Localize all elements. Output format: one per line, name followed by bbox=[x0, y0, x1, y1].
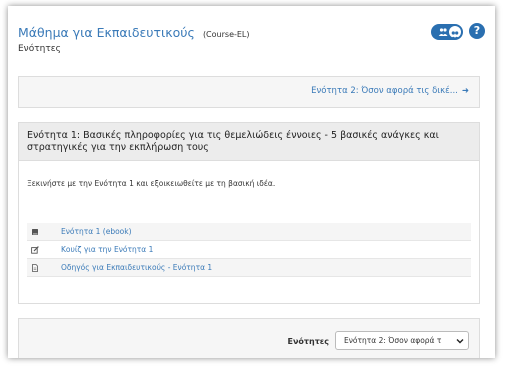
edit-icon bbox=[31, 246, 39, 254]
next-section-link[interactable]: Ενότητα 2: Όσον αφορά τις δικέ... ➜ bbox=[311, 86, 469, 96]
activity-label[interactable]: Ενότητα 1 (ebook) bbox=[61, 223, 132, 241]
book-icon bbox=[32, 229, 38, 235]
course-title[interactable]: Μάθημα για Εκπαιδευτικούς bbox=[18, 25, 195, 40]
page-header: Μάθημα για Εκπαιδευτικούς (Course-EL) Εν… bbox=[18, 22, 485, 62]
toggle-knob bbox=[449, 26, 461, 39]
activity-item[interactable]: Ενότητα 1 (ebook) bbox=[27, 223, 471, 241]
section-intro: Ξεκινήστε με την Ενότητα 1 και εξοικειωθ… bbox=[27, 179, 276, 188]
view-toggle[interactable] bbox=[431, 24, 463, 40]
section-select[interactable]: Ενότητα 2: Όσον αφορά τ bbox=[335, 331, 469, 350]
file-icon bbox=[32, 264, 38, 272]
page-subtitle: Ενότητες bbox=[18, 44, 61, 54]
section-card: Ενότητα 1: Βασικές πληροφορίες για τις θ… bbox=[18, 122, 480, 304]
course-page: Μάθημα για Εκπαιδευτικούς (Course-EL) Εν… bbox=[8, 6, 495, 358]
users-icon bbox=[438, 28, 448, 36]
sections-label: Ενότητες bbox=[287, 337, 329, 346]
users-icon bbox=[450, 31, 460, 39]
next-section-label: Ενότητα 2: Όσον αφορά τις δικέ... bbox=[311, 86, 458, 96]
activity-label[interactable]: Οδηγός για Εκπαιδευτικούς - Ενότητα 1 bbox=[61, 259, 212, 277]
course-code: (Course-EL) bbox=[202, 30, 250, 39]
activity-item[interactable]: Οδηγός για Εκπαιδευτικούς - Ενότητα 1 bbox=[27, 259, 471, 277]
arrow-right-icon: ➜ bbox=[461, 86, 469, 96]
section-select-value: Ενότητα 2: Όσον αφορά τ bbox=[344, 336, 442, 345]
chevron-down-icon bbox=[456, 339, 464, 344]
section-navigation: Ενότητα 2: Όσον αφορά τις δικέ... ➜ bbox=[18, 76, 480, 108]
section-title: Ενότητα 1: Βασικές πληροφορίες για τις θ… bbox=[19, 123, 479, 161]
section-jump-bar: Ενότητες Ενότητα 2: Όσον αφορά τ bbox=[18, 318, 480, 358]
activity-label[interactable]: Κουίζ για την Ενότητα 1 bbox=[61, 241, 153, 259]
course-title-row: Μάθημα για Εκπαιδευτικούς (Course-EL) bbox=[18, 22, 485, 41]
help-icon[interactable]: ? bbox=[469, 23, 485, 39]
activity-list: Ενότητα 1 (ebook) Κουίζ για την Ενότητα … bbox=[27, 223, 471, 277]
activity-item[interactable]: Κουίζ για την Ενότητα 1 bbox=[27, 241, 471, 259]
